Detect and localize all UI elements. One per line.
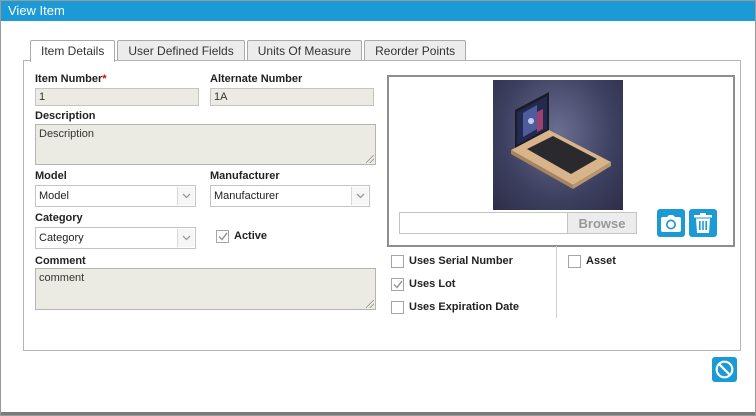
tab-item-details[interactable]: Item Details	[30, 40, 116, 62]
window-title: View Item	[8, 3, 65, 18]
category-select[interactable]: Category	[35, 227, 196, 249]
trash-icon	[694, 213, 712, 233]
check-icon	[217, 232, 228, 241]
uses-lot-checkbox[interactable]	[391, 278, 404, 291]
model-label: Model	[35, 170, 67, 182]
model-select[interactable]: Model	[35, 185, 196, 207]
chevron-down-icon[interactable]	[177, 229, 194, 247]
cancel-icon	[715, 360, 734, 379]
active-checkbox[interactable]	[216, 230, 229, 243]
resize-grip-icon[interactable]	[366, 155, 374, 163]
description-textarea[interactable]: Description	[35, 124, 376, 165]
tab-bar: Item Details User Defined Fields Units O…	[30, 40, 468, 62]
comment-textarea[interactable]: comment	[35, 268, 376, 310]
manufacturer-select-value: Manufacturer	[214, 190, 279, 202]
item-number-label: Item Number*	[35, 73, 107, 85]
comment-label: Comment	[35, 255, 86, 267]
tab-units-of-measure[interactable]: Units Of Measure	[246, 40, 363, 61]
asset-checkbox[interactable]	[568, 255, 581, 268]
tab-reorder-points[interactable]: Reorder Points	[364, 40, 467, 61]
active-label: Active	[234, 230, 268, 242]
camera-button[interactable]	[657, 209, 685, 237]
uses-serial-number-checkbox[interactable]	[391, 255, 404, 268]
description-label: Description	[35, 110, 96, 122]
delete-image-button[interactable]	[689, 209, 717, 237]
manufacturer-label: Manufacturer	[210, 170, 280, 182]
uses-expiration-date-label: Uses Expiration Date	[409, 301, 520, 313]
cancel-button[interactable]	[712, 357, 737, 382]
camera-icon	[661, 214, 681, 232]
alternate-number-field[interactable]: 1A	[210, 88, 374, 106]
uses-serial-number-label: Uses Serial Number	[409, 255, 513, 267]
chevron-down-icon[interactable]	[351, 187, 368, 205]
product-image	[493, 80, 623, 210]
browse-button[interactable]: Browse	[567, 212, 637, 234]
item-details-panel: Item Number* 1 Alternate Number 1A Descr…	[23, 60, 741, 351]
chevron-down-icon[interactable]	[177, 187, 194, 205]
item-number-label-text: Item Number	[35, 73, 103, 85]
category-select-value: Category	[39, 232, 84, 244]
model-select-value: Model	[39, 190, 69, 202]
uses-expiration-date-checkbox[interactable]	[391, 301, 404, 314]
alternate-number-label: Alternate Number	[210, 73, 303, 85]
options-divider	[556, 246, 557, 318]
item-image-box: Browse	[387, 75, 735, 247]
comment-text: comment	[39, 272, 85, 284]
manufacturer-select[interactable]: Manufacturer	[210, 185, 370, 207]
asset-label: Asset	[586, 255, 616, 267]
view-item-window: View Item Item Details User Defined Fiel…	[0, 0, 756, 416]
resize-grip-icon[interactable]	[366, 300, 374, 308]
description-text: Description	[39, 128, 95, 140]
category-label: Category	[35, 212, 83, 224]
required-mark: *	[102, 73, 107, 85]
check-icon	[392, 280, 403, 289]
tab-user-defined-fields[interactable]: User Defined Fields	[117, 40, 245, 61]
window-titlebar: View Item	[1, 1, 755, 21]
item-number-field[interactable]: 1	[35, 88, 199, 106]
image-file-input[interactable]	[399, 212, 568, 234]
window-bottom-edge	[1, 412, 755, 415]
uses-lot-label: Uses Lot	[409, 278, 456, 290]
